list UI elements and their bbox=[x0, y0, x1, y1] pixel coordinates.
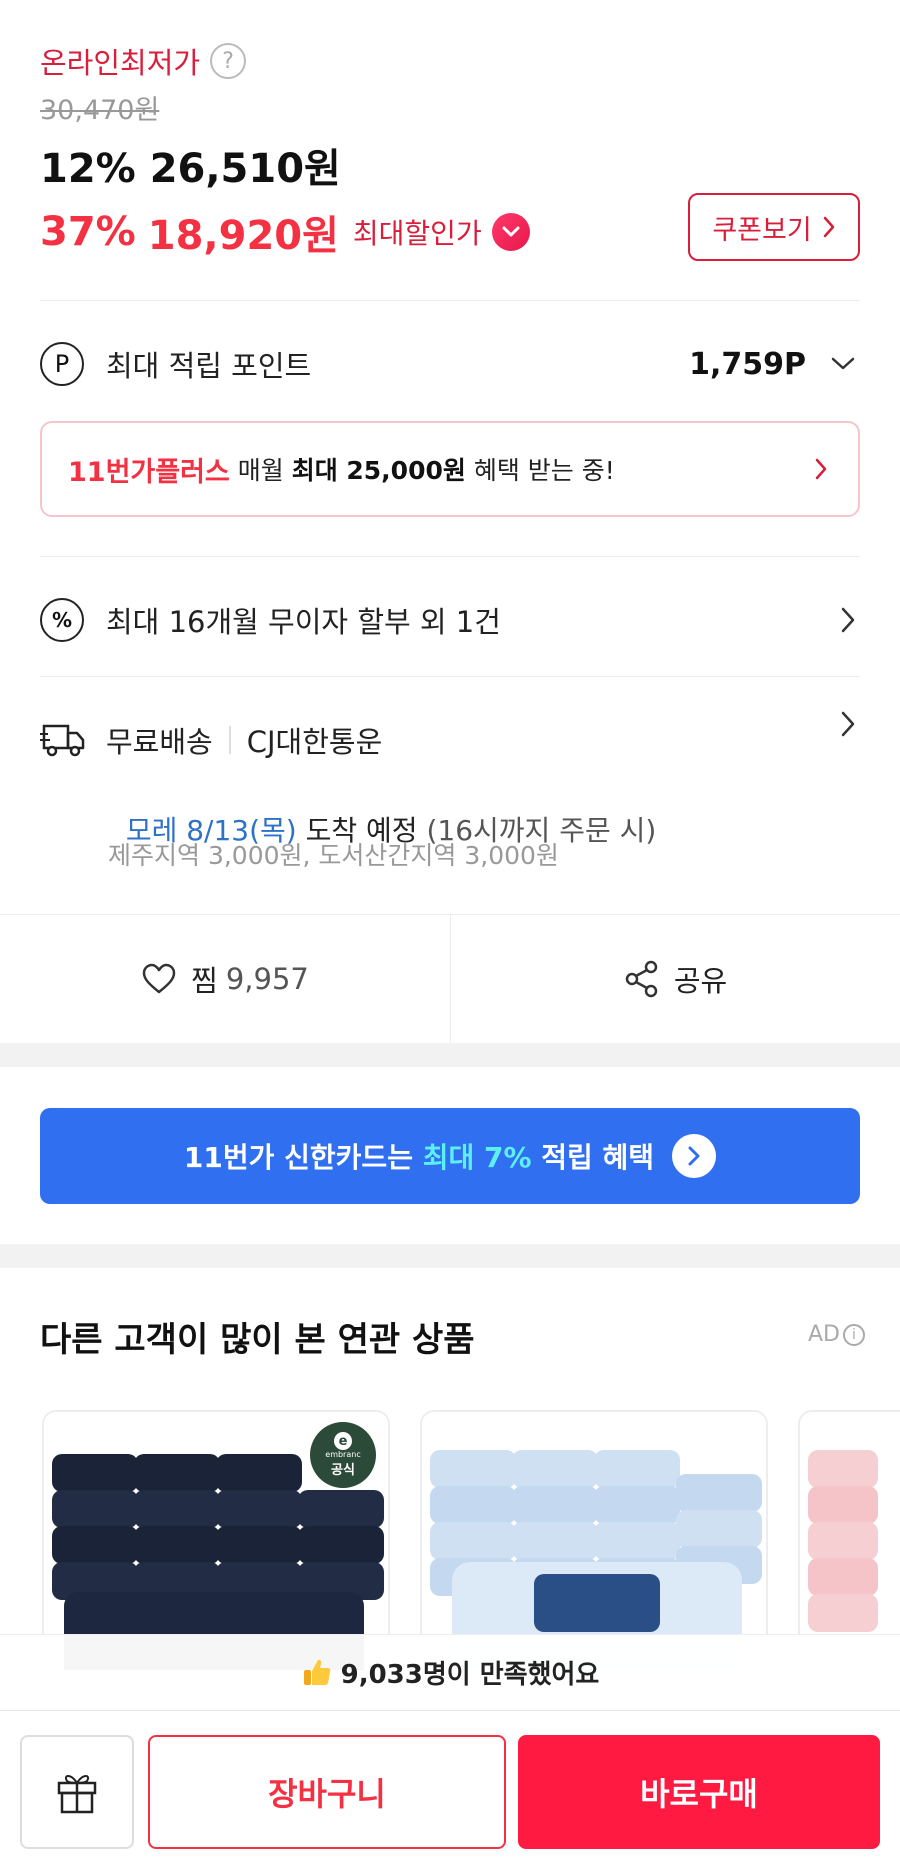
related-product-card[interactable]: e embranc 공식 bbox=[42, 1410, 390, 1670]
points-value: 1,759P bbox=[689, 346, 806, 382]
plus-text-1: 매월 bbox=[229, 456, 292, 485]
max-discount-row: 37% 18,920원 최대할인가 bbox=[40, 203, 530, 261]
separator bbox=[228, 726, 231, 754]
section-gap bbox=[0, 1244, 900, 1268]
satisfaction-text: 9,033명이 만족했어요 bbox=[340, 1660, 600, 1690]
card-banner-text-2: 적립 혜택 bbox=[531, 1141, 655, 1174]
discount-price: 26,510원 bbox=[149, 146, 341, 192]
points-row[interactable]: P 최대 적립 포인트 1,759P bbox=[40, 336, 860, 392]
related-product-card[interactable] bbox=[798, 1410, 900, 1670]
original-price: 30,470원 bbox=[40, 95, 160, 126]
truck-icon bbox=[40, 717, 86, 763]
chevron-right-icon bbox=[823, 216, 834, 238]
like-label: 찜 bbox=[191, 964, 218, 998]
plus-strong: 최대 25,000원 bbox=[291, 456, 466, 485]
share-label: 공유 bbox=[673, 964, 728, 998]
info-icon: i bbox=[843, 1323, 865, 1346]
plus-text-2: 혜택 받는 중! bbox=[465, 456, 615, 485]
card-banner-highlight: 최대 7% bbox=[422, 1141, 532, 1174]
thumbs-up-icon bbox=[301, 1657, 333, 1689]
ad-text: AD bbox=[808, 1322, 840, 1347]
chevron-right-icon bbox=[841, 711, 855, 737]
ad-label[interactable]: AD i bbox=[808, 1322, 865, 1347]
installment-label: 최대 16개월 무이자 할부 외 1건 bbox=[106, 605, 501, 639]
gift-icon bbox=[57, 1775, 97, 1814]
share-icon bbox=[625, 960, 658, 998]
card-benefit-banner[interactable]: 11번가 신한카드는 최대 7% 적립 혜택 bbox=[40, 1108, 860, 1204]
max-discount-price: 18,920원 bbox=[147, 213, 339, 259]
badge-text: 공식 bbox=[331, 1463, 355, 1478]
extra-shipping-fee: 제주지역 3,000원, 도서산간지역 3,000원 bbox=[108, 841, 559, 870]
share-button[interactable]: 공유 bbox=[451, 915, 900, 1043]
installment-row[interactable]: % 최대 16개월 무이자 할부 외 1건 bbox=[40, 594, 860, 646]
discount-price-row: 12% 26,510원 bbox=[40, 136, 341, 194]
badge-brand: embranc bbox=[325, 1450, 361, 1459]
percent-icon: % bbox=[40, 598, 84, 642]
cart-button[interactable]: 장바구니 bbox=[148, 1735, 506, 1849]
discount-rate: 12% bbox=[40, 146, 136, 192]
max-discount-rate: 37% bbox=[40, 209, 136, 255]
plus-brand: 11번가플러스 bbox=[68, 456, 230, 488]
online-lowest-price-row: 온라인최저가 ? bbox=[40, 40, 247, 82]
chevron-right-icon bbox=[841, 607, 855, 633]
chevron-right-circle-icon bbox=[672, 1134, 717, 1178]
satisfaction-strip: 9,033명이 만족했어요 bbox=[0, 1634, 900, 1710]
cart-label: 장바구니 bbox=[268, 1775, 386, 1813]
online-lowest-label: 온라인최저가 bbox=[40, 46, 201, 80]
coupon-button[interactable]: 쿠폰보기 bbox=[688, 193, 860, 261]
free-shipping-label: 무료배송 bbox=[106, 725, 213, 759]
chevron-down-icon[interactable] bbox=[491, 213, 530, 251]
buy-now-button[interactable]: 바로구매 bbox=[518, 1735, 880, 1849]
product-image bbox=[422, 1412, 766, 1670]
plus-membership-banner[interactable]: 11번가플러스 매월 최대 25,000원 혜택 받는 중! bbox=[40, 421, 860, 517]
section-gap bbox=[0, 1043, 900, 1067]
like-count: 9,957 bbox=[225, 962, 309, 996]
shipping-row[interactable]: 무료배송 CJ대한통운 bbox=[40, 710, 860, 770]
divider bbox=[40, 556, 860, 557]
divider bbox=[40, 676, 860, 677]
leaf-icon: e bbox=[334, 1432, 352, 1450]
product-image bbox=[800, 1412, 900, 1670]
max-discount-label: 최대할인가 bbox=[352, 217, 482, 250]
divider bbox=[40, 300, 860, 301]
card-banner-text-1: 11번가 신한카드는 bbox=[183, 1141, 423, 1174]
help-icon[interactable]: ? bbox=[210, 43, 247, 79]
buy-label: 바로구매 bbox=[640, 1775, 758, 1813]
points-label: 최대 적립 포인트 bbox=[106, 349, 312, 383]
chevron-down-icon bbox=[831, 357, 855, 370]
chevron-right-icon bbox=[815, 458, 827, 480]
official-badge: e embranc 공식 bbox=[310, 1422, 376, 1488]
point-icon: P bbox=[40, 342, 84, 386]
like-button[interactable]: 찜 9,957 bbox=[0, 915, 450, 1043]
heart-icon bbox=[142, 963, 176, 994]
coupon-button-label: 쿠폰보기 bbox=[712, 214, 812, 246]
gift-button[interactable] bbox=[20, 1735, 134, 1849]
related-product-card[interactable] bbox=[420, 1410, 768, 1670]
related-products-title: 다른 고객이 많이 본 연관 상품 bbox=[40, 1320, 475, 1360]
carrier-label: CJ대한통운 bbox=[246, 725, 383, 759]
